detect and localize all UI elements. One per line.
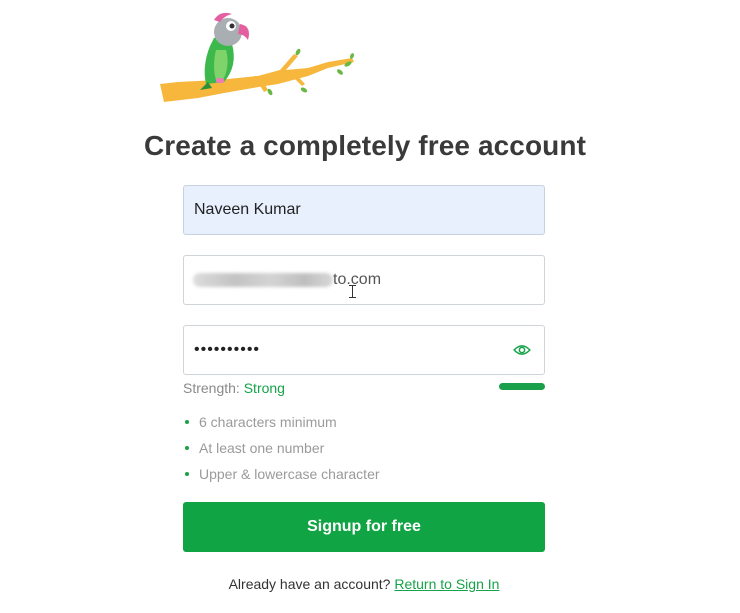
list-item: At least one number [183,437,380,463]
rule-text: 6 characters minimum [199,414,337,430]
list-item: Upper & lowercase character [183,463,380,489]
bullet-icon [185,446,189,450]
name-field[interactable] [183,185,545,235]
eye-icon[interactable] [512,341,532,359]
signup-button[interactable]: Signup for free [183,502,545,552]
password-field[interactable] [183,325,545,375]
bullet-icon [185,472,189,476]
footer-prompt: Already have an account? [228,576,391,592]
signin-footer: Already have an account? Return to Sign … [0,576,728,592]
name-input[interactable] [184,186,544,234]
email-field[interactable]: to.com [183,255,545,305]
password-input[interactable] [184,326,544,374]
password-strength: Strength: Strong [183,380,285,396]
signup-page: Create a completely free account to.com … [0,0,740,613]
rule-text: Upper & lowercase character [199,466,380,482]
strength-label: Strength: [183,380,240,396]
email-blurred-part [193,273,333,287]
parrot-logo [160,12,354,102]
page-title: Create a completely free account [143,130,587,161]
password-rules-list: 6 characters minimum At least one number… [183,411,380,489]
bullet-icon [185,420,189,424]
text-cursor-icon [349,285,356,298]
rule-text: At least one number [199,440,325,456]
return-to-sign-in-link[interactable]: Return to Sign In [394,576,499,592]
email-visible-suffix: to.com [333,271,382,288]
strength-value: Strong [243,380,285,396]
strength-meter [499,383,545,390]
list-item: 6 characters minimum [183,411,380,437]
